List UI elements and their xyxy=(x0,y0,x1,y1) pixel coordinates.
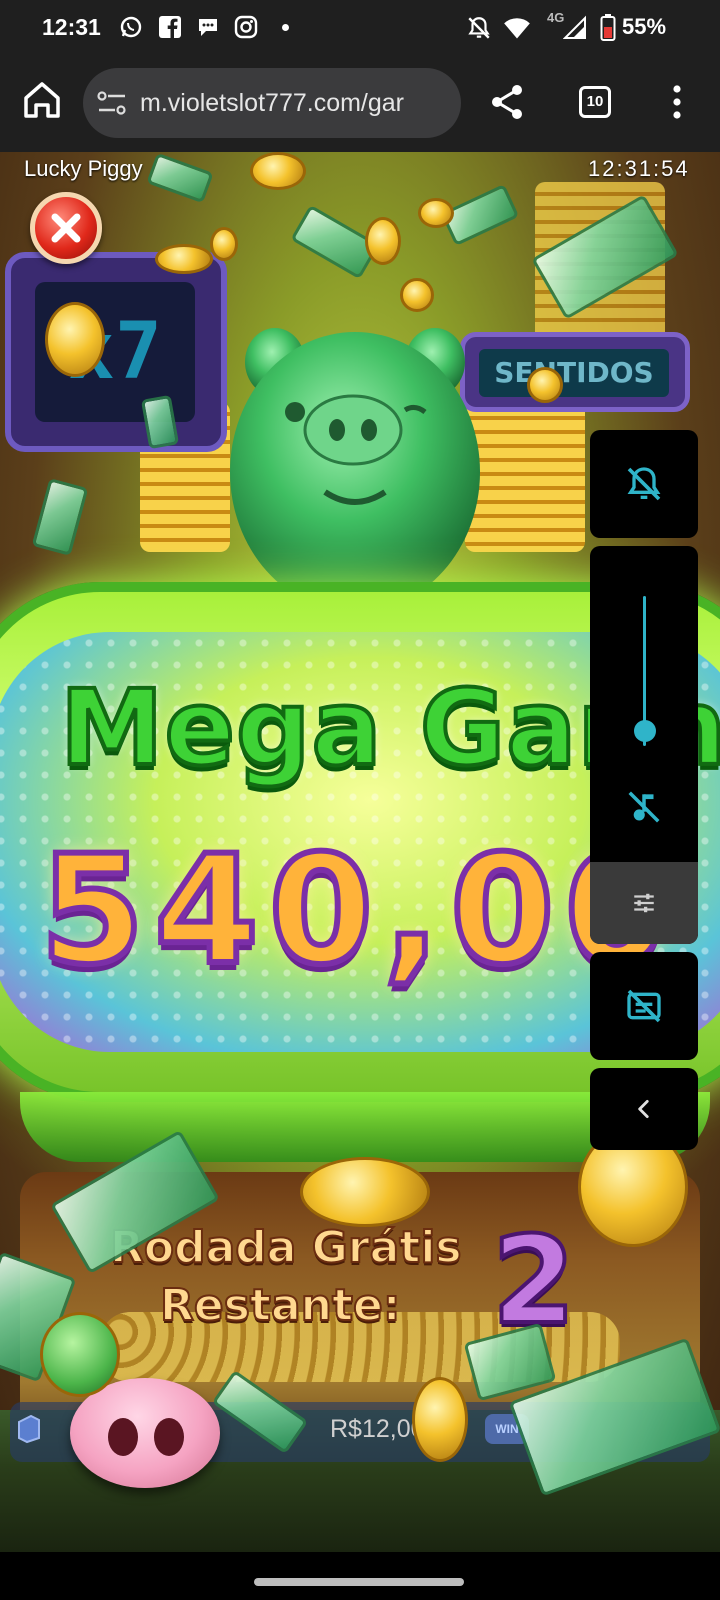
instagram-icon xyxy=(234,15,258,39)
gold-coin xyxy=(300,1157,430,1227)
home-icon[interactable] xyxy=(20,78,64,122)
wallet-icon xyxy=(18,1414,40,1444)
bell-off-icon xyxy=(627,467,661,501)
status-time: 12:31 xyxy=(42,14,101,40)
gold-coin xyxy=(365,217,401,265)
address-bar[interactable]: m.violetslot777.com/gar xyxy=(83,68,461,138)
system-nav-bar xyxy=(0,1552,720,1600)
share-icon[interactable] xyxy=(487,82,527,122)
chat-bubble-icon xyxy=(199,19,217,36)
collapse-panel-button[interactable] xyxy=(590,1068,698,1150)
captions-off-button[interactable] xyxy=(590,952,698,1060)
nostril xyxy=(154,1418,184,1456)
gold-coin xyxy=(210,227,238,261)
wifi-icon xyxy=(504,18,530,39)
volume-slider-thumb[interactable] xyxy=(634,720,656,742)
network-type: 4G xyxy=(547,10,565,25)
battery-icon xyxy=(600,14,616,41)
balance-value: R$12,00 xyxy=(330,1415,425,1443)
nostril xyxy=(108,1418,138,1456)
gold-coin xyxy=(527,367,563,403)
signal-icon xyxy=(563,15,586,39)
url-text[interactable]: m.violetslot777.com/gar xyxy=(140,89,404,118)
browser-toolbar: m.violetslot777.com/gar 10 xyxy=(0,56,720,152)
multiplier-display: x7 xyxy=(5,252,227,452)
battery-percent: 55% xyxy=(622,14,667,39)
facebook-icon xyxy=(159,16,181,38)
close-game-button[interactable] xyxy=(30,192,102,264)
gold-coin xyxy=(400,278,434,312)
mute-notifications-button[interactable] xyxy=(590,430,698,538)
tab-switcher-button[interactable]: 10 xyxy=(579,86,611,118)
gold-coin xyxy=(412,1377,468,1462)
subtitles-off-icon xyxy=(627,989,661,1023)
status-bar: 12:31 4G 55% xyxy=(0,0,720,56)
gold-coin xyxy=(250,152,306,190)
win-amount: 540,00 xyxy=(37,821,679,1001)
equalizer-icon xyxy=(634,893,654,913)
gold-coin xyxy=(155,244,213,274)
sound-settings-button[interactable] xyxy=(590,862,698,944)
game-clock: 12:31:54 xyxy=(588,156,690,181)
more-notifications-dot xyxy=(282,24,289,31)
green-coin xyxy=(40,1312,120,1397)
money-bill xyxy=(146,152,214,204)
music-off-icon[interactable] xyxy=(625,788,663,826)
close-icon xyxy=(51,213,81,243)
game-title: Lucky Piggy xyxy=(24,156,143,181)
whatsapp-icon xyxy=(120,16,142,38)
bell-off-icon xyxy=(468,17,490,39)
gold-coin xyxy=(45,302,105,377)
money-bill xyxy=(31,478,89,556)
volume-card xyxy=(590,546,698,944)
site-settings-icon[interactable] xyxy=(97,90,127,116)
chevron-left-icon xyxy=(638,1100,649,1118)
free-spins-remaining-label: Restante: xyxy=(159,1279,401,1332)
gold-coin xyxy=(418,198,454,228)
signboard-text: SENTIDOS xyxy=(479,349,669,397)
more-menu-icon[interactable] xyxy=(671,84,683,120)
gesture-handle[interactable] xyxy=(254,1578,464,1586)
